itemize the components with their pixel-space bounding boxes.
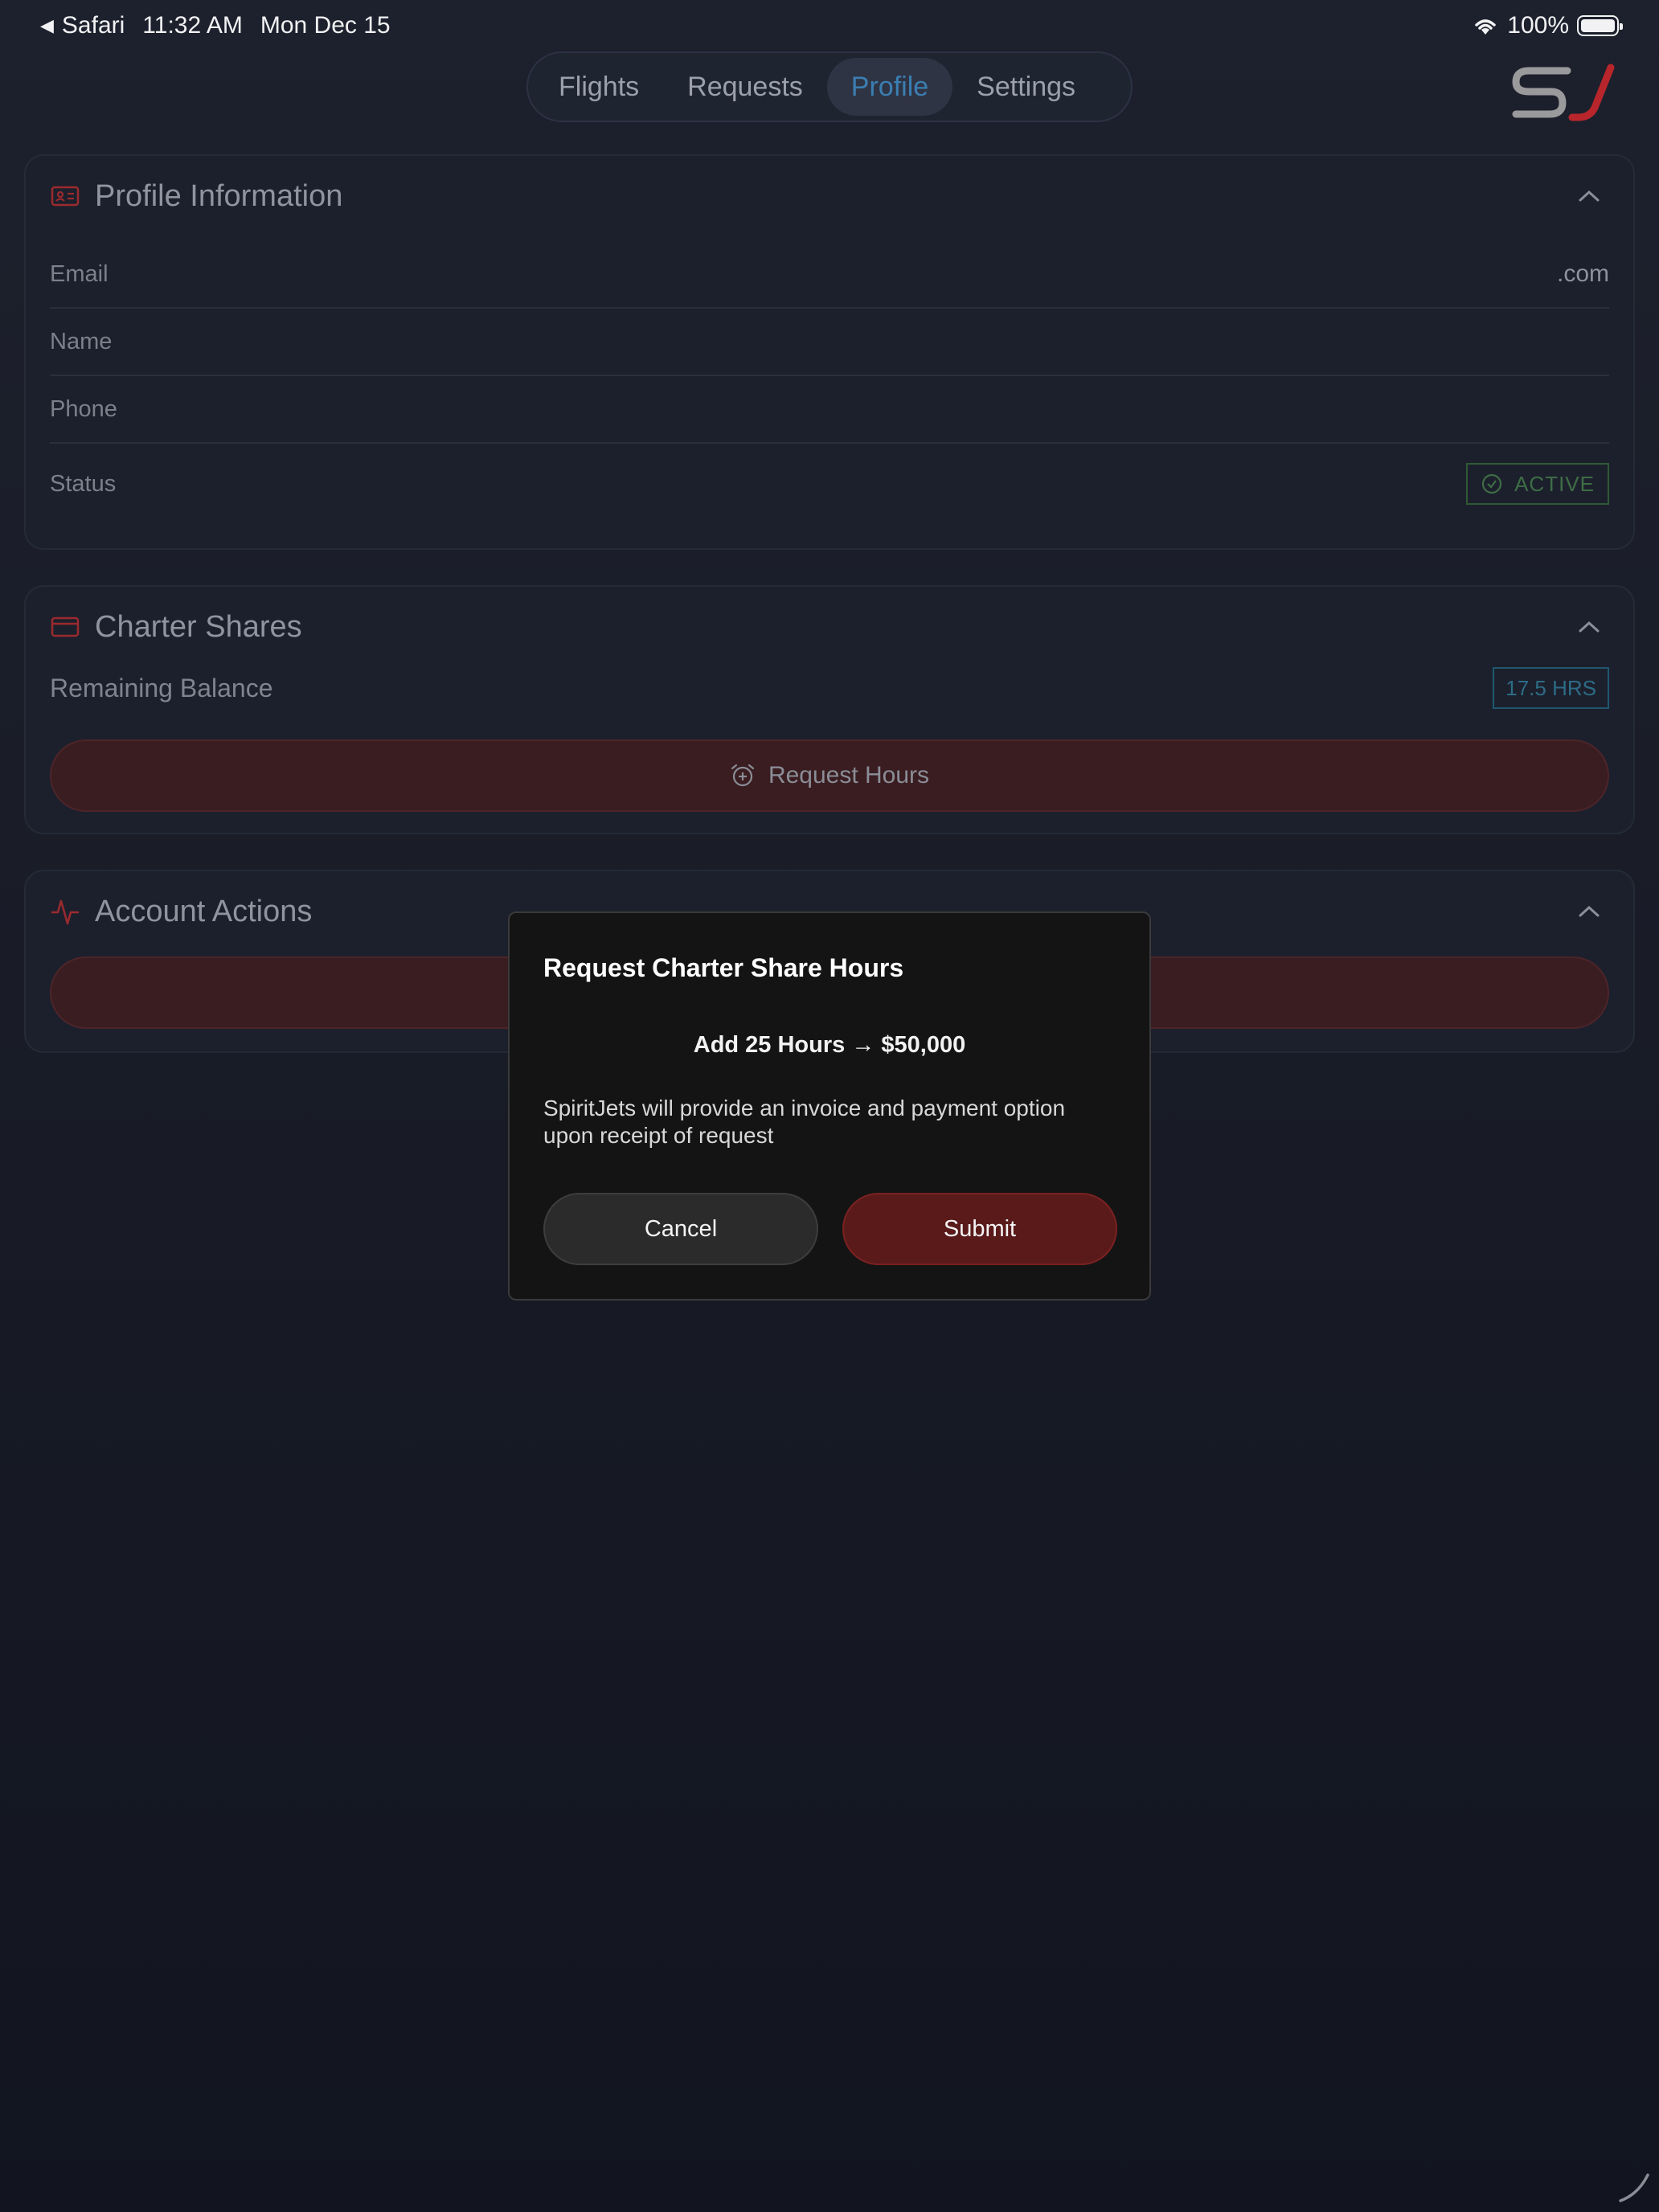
card-title: Profile Information	[95, 178, 343, 213]
status-date: Mon Dec 15	[260, 12, 391, 39]
tab-settings[interactable]: Settings	[952, 58, 1100, 116]
hours-badge: 17.5 HRS	[1493, 667, 1609, 709]
tab-requests[interactable]: Requests	[663, 58, 827, 116]
status-badge-label: ACTIVE	[1514, 471, 1595, 496]
alarm-clock-plus-icon	[731, 764, 755, 787]
email-label: Email	[50, 260, 109, 287]
submit-button[interactable]: Submit	[842, 1193, 1117, 1265]
chevron-up-icon[interactable]	[1577, 903, 1601, 920]
phone-row: Phone	[50, 376, 1609, 444]
dialog-title: Request Charter Share Hours	[543, 953, 904, 982]
status-badge: ACTIVE	[1466, 463, 1609, 505]
tab-flights[interactable]: Flights	[535, 58, 663, 116]
charter-shares-card: Charter Shares Remaining Balance 17.5 HR…	[24, 585, 1635, 834]
check-circle-icon	[1481, 473, 1502, 494]
status-row: Status ACTIVE	[50, 450, 1609, 518]
remaining-balance-row: Remaining Balance 17.5 HRS	[50, 664, 1609, 712]
resize-handle-icon[interactable]	[1616, 2169, 1651, 2204]
request-hours-label: Request Hours	[768, 762, 930, 789]
cancel-button[interactable]: Cancel	[543, 1193, 818, 1265]
battery-icon	[1577, 15, 1623, 36]
dialog-description: SpiritJets will provide an invoice and p…	[543, 1096, 1066, 1148]
request-hours-dialog: Request Charter Share Hours Add 25 Hours…	[508, 911, 1151, 1301]
status-bar: ◀ Safari 11:32 AM Mon Dec 15 100%	[0, 0, 1659, 51]
activity-icon	[51, 899, 79, 925]
status-label: Status	[50, 470, 117, 497]
credit-card-icon	[51, 616, 80, 637]
name-row: Name	[50, 309, 1609, 376]
status-time: 11:32 AM	[142, 12, 243, 39]
card-title: Charter Shares	[95, 609, 302, 644]
back-app-label[interactable]: Safari	[62, 12, 125, 39]
id-card-icon	[51, 186, 80, 207]
chevron-up-icon[interactable]	[1577, 188, 1601, 204]
spiritjets-logo	[1512, 63, 1615, 121]
tab-profile[interactable]: Profile	[826, 58, 953, 116]
chevron-up-icon[interactable]	[1577, 619, 1601, 635]
request-hours-button[interactable]: Request Hours	[50, 739, 1609, 812]
battery-percent: 100%	[1507, 12, 1569, 39]
back-to-app-icon[interactable]: ◀	[40, 15, 54, 36]
remaining-balance-label: Remaining Balance	[50, 673, 273, 703]
top-tab-bar: Flights Requests Profile Settings	[526, 51, 1133, 122]
wifi-icon	[1475, 19, 1497, 35]
dialog-offer: Add 25 Hours → $50,000	[693, 1032, 966, 1058]
name-label: Name	[50, 328, 113, 354]
profile-information-card: Profile Information Email .com Name Phon…	[24, 154, 1635, 550]
email-value: .com	[1556, 260, 1609, 287]
card-title: Account Actions	[95, 894, 313, 928]
email-row: Email .com	[50, 241, 1609, 309]
phone-label: Phone	[50, 395, 117, 422]
